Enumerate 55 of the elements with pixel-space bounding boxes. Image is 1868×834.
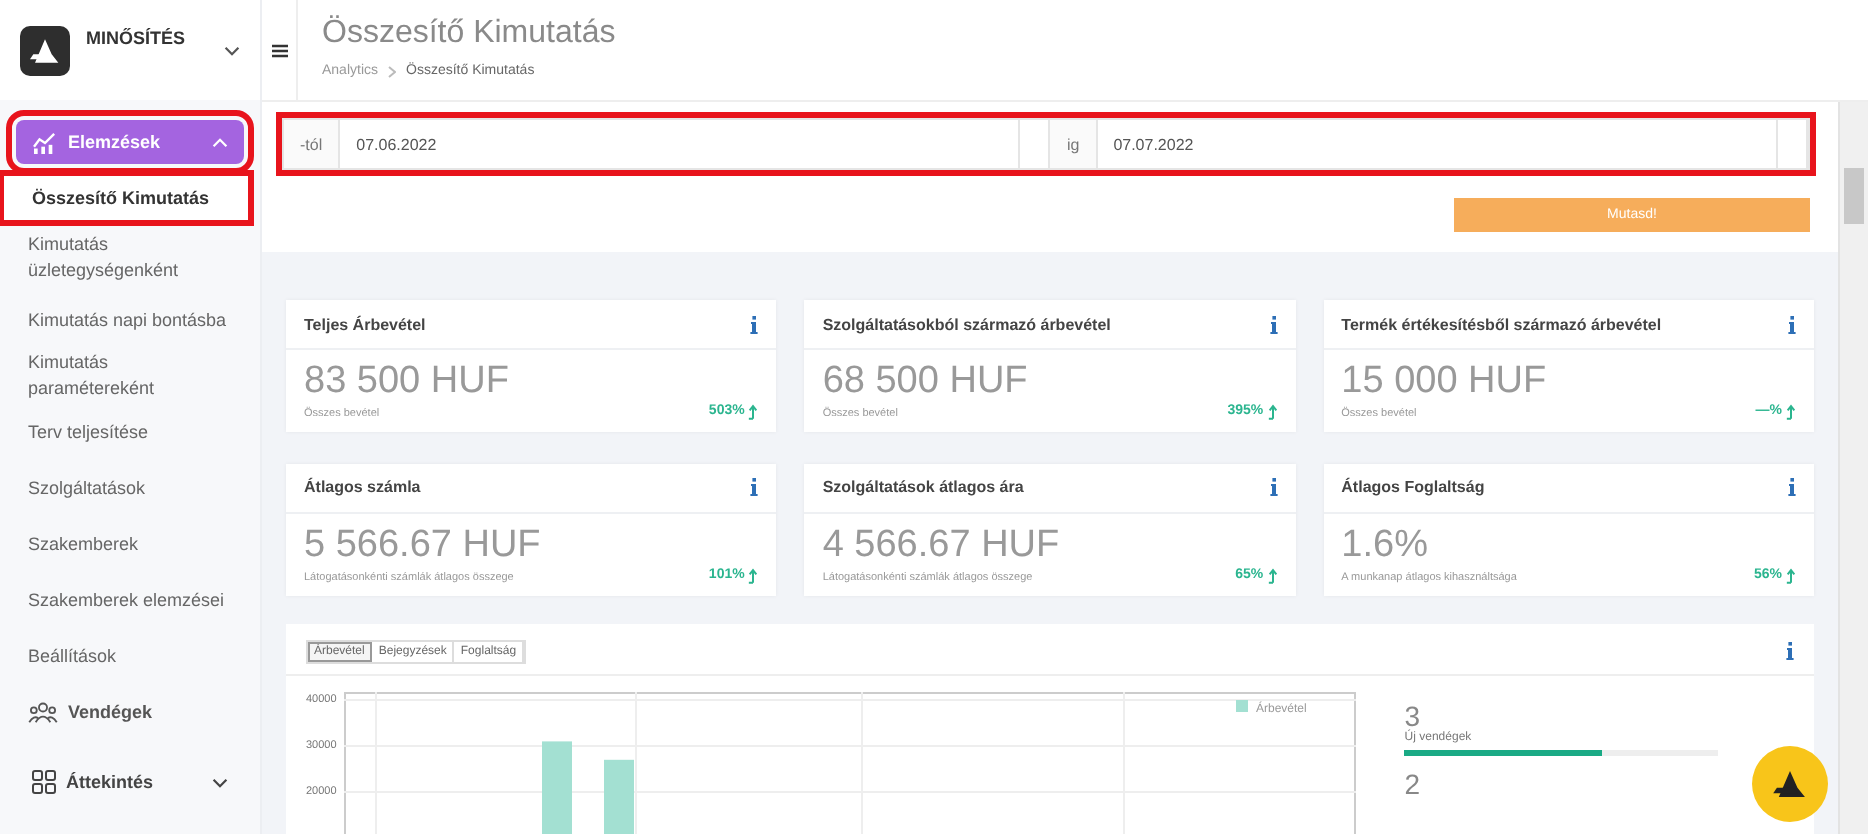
stat-value: 3 bbox=[1404, 699, 1421, 732]
logo-icon bbox=[20, 25, 70, 75]
sidebar-item[interactable]: Szolgáltatások bbox=[0, 460, 260, 516]
card-title: Átlagos számla bbox=[304, 478, 421, 497]
page-title: Összesítő Kimutatás bbox=[322, 16, 616, 52]
info-icon[interactable] bbox=[1787, 315, 1796, 333]
sidebar-item[interactable]: Kimutatás paramétereként bbox=[0, 348, 260, 404]
sidebar-item[interactable]: Szakemberek elemzései bbox=[0, 572, 260, 628]
bar bbox=[542, 740, 573, 834]
sidebar-item[interactable]: Kimutatás üzletegységenként bbox=[0, 224, 260, 292]
app-name: MINŐSÍTÉS bbox=[86, 28, 188, 48]
up-arrow-icon bbox=[748, 567, 759, 584]
sidebar-item[interactable]: Beállítások bbox=[0, 628, 260, 684]
people-icon bbox=[28, 701, 58, 723]
info-icon[interactable] bbox=[1269, 315, 1278, 333]
card-title: Szolgáltatások átlagos ára bbox=[822, 478, 1024, 497]
chevron-right-icon bbox=[388, 66, 397, 78]
chart-icon bbox=[32, 131, 58, 153]
sidebar-group[interactable]: Áttekintés bbox=[16, 760, 244, 804]
date-range-field[interactable]: -tól 07.06.2022 ig 07.07.2022 bbox=[282, 118, 1810, 170]
up-arrow-icon bbox=[1267, 403, 1278, 420]
sidebar-item[interactable]: Terv teljesítése bbox=[0, 404, 260, 460]
chevron-icon bbox=[212, 137, 228, 147]
bar bbox=[604, 759, 635, 834]
card-title: Átlagos Foglaltság bbox=[1341, 478, 1485, 497]
card-value: 15 000 HUF bbox=[1341, 362, 1547, 404]
info-icon[interactable] bbox=[1786, 642, 1794, 661]
card-value: 4 566.67 HUF bbox=[822, 525, 1060, 568]
info-icon[interactable] bbox=[750, 478, 759, 497]
up-arrow-icon bbox=[748, 403, 759, 420]
sidebar-group[interactable]: Elemzések bbox=[16, 120, 244, 164]
from-label: -tól bbox=[284, 120, 341, 168]
card-title: Szolgáltatásokból származó árbevétel bbox=[822, 315, 1111, 333]
to-label: ig bbox=[1050, 120, 1098, 168]
chevron-icon bbox=[212, 777, 228, 787]
up-arrow-icon bbox=[1785, 567, 1796, 584]
sidebar-item[interactable]: Összesítő Kimutatás bbox=[4, 176, 248, 220]
card-value: 1.6% bbox=[1341, 525, 1430, 568]
up-arrow-icon bbox=[1785, 403, 1796, 420]
card-title: Termék értékesítésből származó árbevétel bbox=[1341, 315, 1662, 333]
sidebar-item[interactable]: Szakemberek bbox=[0, 516, 260, 572]
up-arrow-icon bbox=[1267, 567, 1278, 584]
info-icon[interactable] bbox=[1787, 478, 1796, 497]
grid-icon bbox=[32, 770, 56, 794]
sidebar-item[interactable]: Kimutatás napi bontásba bbox=[0, 292, 260, 348]
sidebar-link[interactable]: Vendégek bbox=[0, 684, 260, 740]
scrollbar[interactable] bbox=[1838, 102, 1868, 834]
info-icon[interactable] bbox=[1269, 478, 1278, 497]
card-value: 83 500 HUF bbox=[304, 362, 509, 404]
info-icon[interactable] bbox=[750, 315, 759, 333]
chevron-icon bbox=[224, 45, 240, 55]
card-title: Teljes Árbevétel bbox=[304, 315, 426, 333]
stat-value: 2 bbox=[1404, 767, 1423, 800]
card-value: 5 566.67 HUF bbox=[304, 525, 541, 568]
card-value: 68 500 HUF bbox=[822, 362, 1028, 404]
